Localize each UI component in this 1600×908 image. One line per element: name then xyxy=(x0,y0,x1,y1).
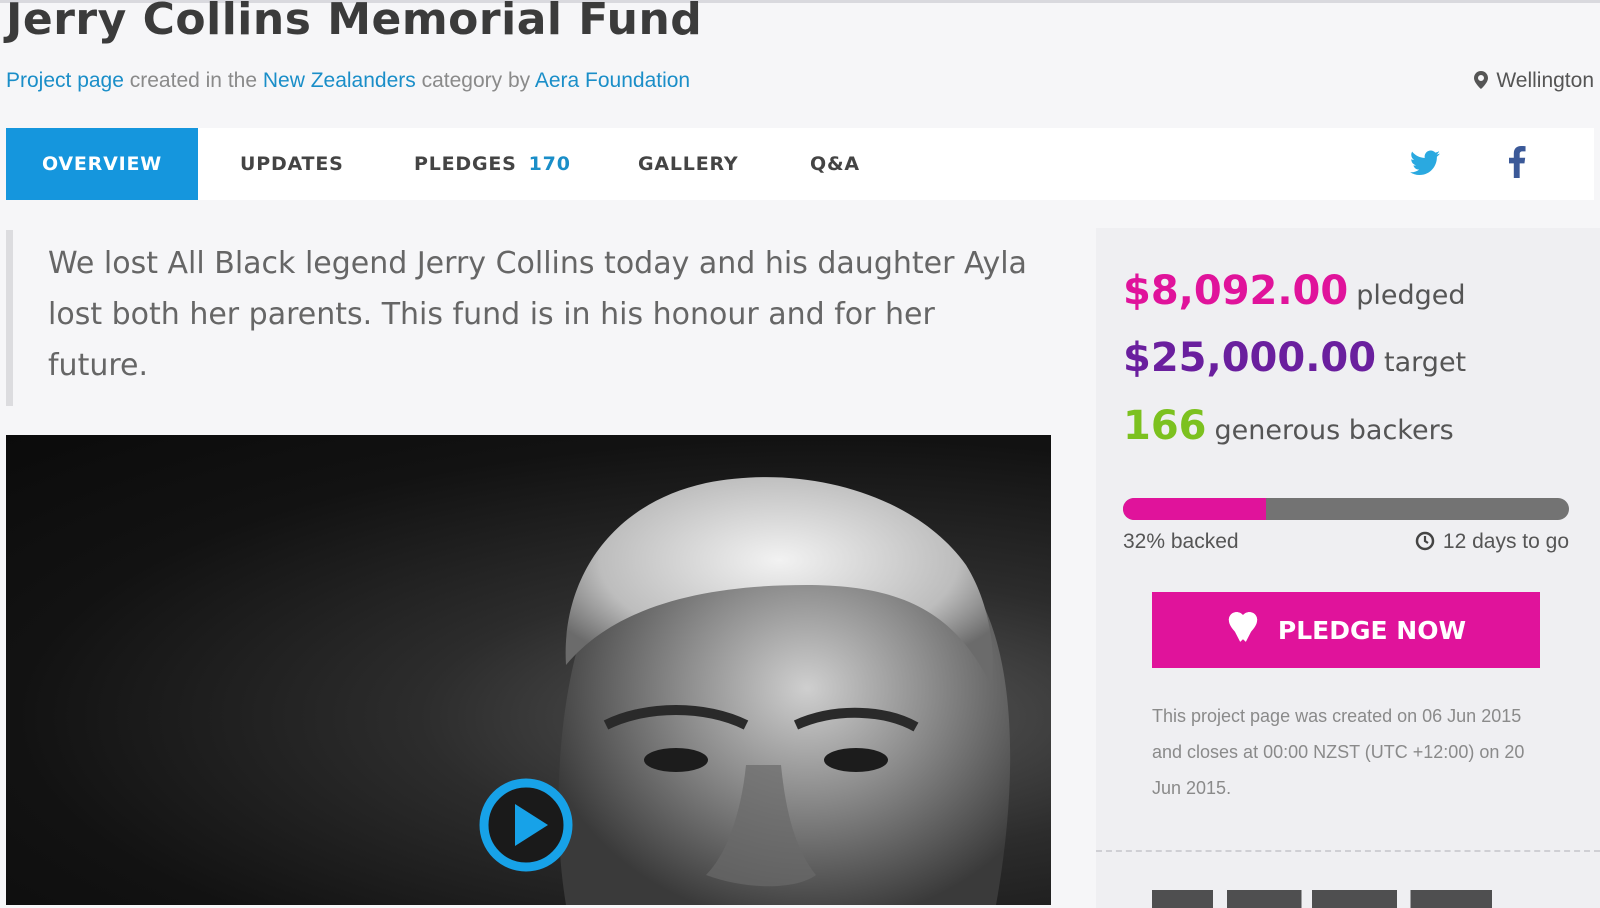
days-remaining: 12 days to go xyxy=(1415,530,1569,557)
twitter-icon[interactable] xyxy=(1410,150,1440,181)
tab-overview[interactable]: OVERVIEW xyxy=(6,128,198,200)
pledge-now-label: PLEDGE NOW xyxy=(1277,615,1467,645)
map-pin-icon xyxy=(1474,71,1489,95)
project-dates-note: This project page was created on 06 Jun … xyxy=(1152,706,1525,798)
tab-gallery[interactable]: GALLERY xyxy=(638,128,738,200)
project-page-link[interactable]: Project page xyxy=(6,69,124,92)
page-title: Jerry Collins Memorial Fund xyxy=(6,0,703,45)
funding-progress-bar xyxy=(1123,498,1569,520)
target-label: target xyxy=(1384,347,1467,378)
tab-pledges[interactable]: PLEDGES 170 xyxy=(414,128,571,200)
backed-percent: 32% backed xyxy=(1123,530,1239,553)
backers-count: 166 xyxy=(1123,403,1207,449)
days-remaining-label: 12 days to go xyxy=(1442,530,1569,553)
category-link[interactable]: New Zealanders xyxy=(263,69,416,92)
author-link[interactable]: Aera Foundation xyxy=(535,69,690,92)
location: Wellington xyxy=(1474,69,1594,95)
tab-bar: OVERVIEW UPDATES PLEDGES 170 GALLERY Q&A xyxy=(6,128,1594,200)
backers-stat: 166 generous backers xyxy=(1123,403,1454,449)
target-stat: $25,000.00 target xyxy=(1123,335,1466,381)
project-video[interactable] xyxy=(6,435,1051,905)
project-byline: Project page created in the New Zealande… xyxy=(6,69,690,93)
pledged-amount: $8,092.00 xyxy=(1123,268,1349,314)
backers-label: generous backers xyxy=(1214,415,1454,446)
pledges-count: 170 xyxy=(528,153,571,175)
byline-text-2: category by xyxy=(415,69,535,92)
tab-qa-label: Q&A xyxy=(810,153,860,175)
play-icon[interactable] xyxy=(478,777,574,878)
cut-off-heading xyxy=(1152,890,1492,908)
funding-panel: $8,092.00 pledged $25,000.00 target 166 gen… xyxy=(1096,228,1600,908)
tab-pledges-label: PLEDGES xyxy=(414,153,517,175)
tab-updates-label: UPDATES xyxy=(240,153,344,175)
tab-updates[interactable]: UPDATES xyxy=(240,128,344,200)
target-amount: $25,000.00 xyxy=(1123,335,1377,381)
progress-fill xyxy=(1123,498,1266,520)
divider xyxy=(1096,850,1600,852)
pledge-now-button[interactable]: PLEDGE NOW xyxy=(1152,592,1540,668)
tab-gallery-label: GALLERY xyxy=(638,153,739,175)
pledged-label: pledged xyxy=(1356,280,1466,311)
location-label: Wellington xyxy=(1496,69,1594,92)
heart-icon xyxy=(1226,612,1260,648)
tab-overview-label: OVERVIEW xyxy=(41,153,163,175)
project-summary: We lost All Black legend Jerry Collins t… xyxy=(6,230,1036,406)
byline-text-1: created in the xyxy=(123,69,263,92)
clock-icon xyxy=(1415,531,1435,557)
pledged-stat: $8,092.00 pledged xyxy=(1123,268,1466,314)
tab-qa[interactable]: Q&A xyxy=(810,128,860,200)
facebook-icon[interactable] xyxy=(1508,146,1526,183)
